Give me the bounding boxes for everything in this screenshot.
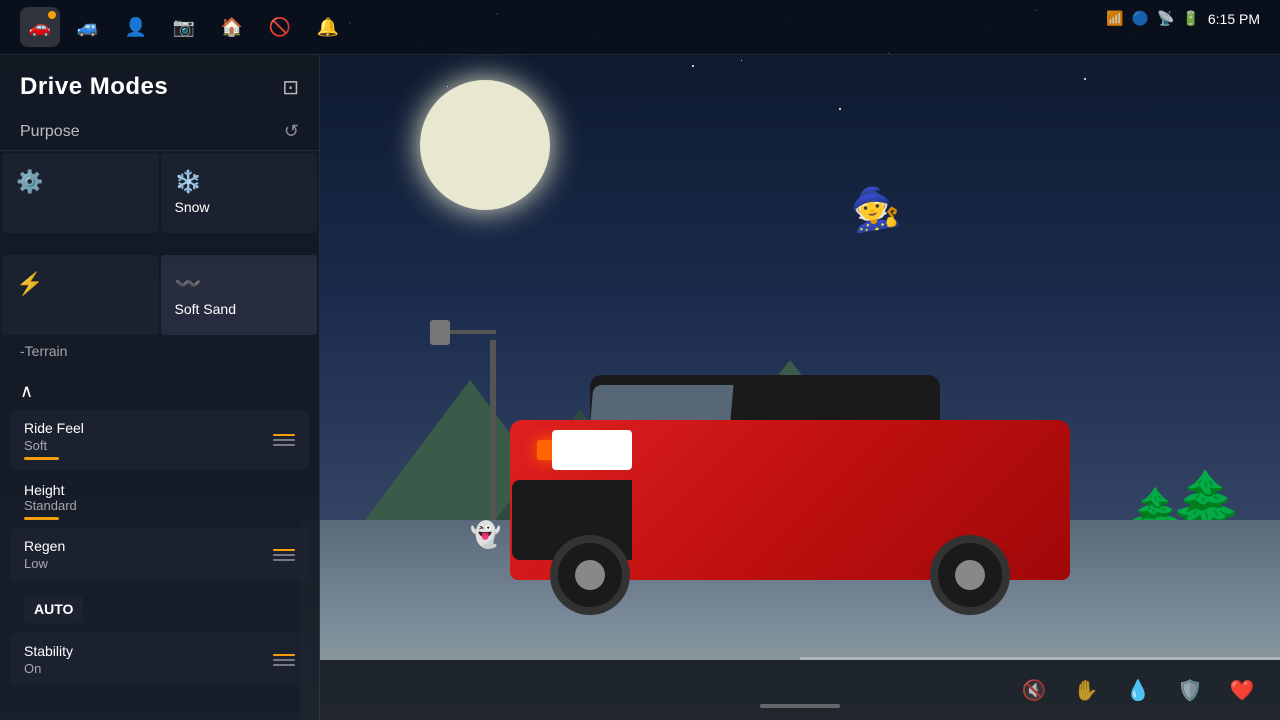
- car-body: [490, 360, 1090, 620]
- slider-line-1: [273, 434, 295, 436]
- regen-slider-2: [273, 554, 295, 556]
- lamp-arm: [450, 330, 496, 334]
- sport-label: [0, 235, 319, 253]
- purpose-label: Purpose: [20, 123, 80, 141]
- snow-label: Snow: [175, 199, 304, 215]
- signal-icon: 📡: [1157, 10, 1174, 27]
- regen-adjust[interactable]: [273, 549, 295, 561]
- mode-grid-2: ⚡ 〰️ Soft Sand: [0, 253, 319, 337]
- lamp-head: [430, 320, 450, 345]
- panel-header: Drive Modes ⊡: [0, 55, 319, 113]
- soft-sand-icon: 〰️: [175, 271, 304, 297]
- mode-item-sport[interactable]: ⚡: [2, 255, 159, 335]
- sport-icon: ⚡: [16, 271, 145, 297]
- shield-icon[interactable]: 🛡️: [1172, 672, 1208, 708]
- water-drop-icon[interactable]: 💧: [1120, 672, 1156, 708]
- setting-regen[interactable]: Regen Low: [10, 528, 309, 581]
- stability-name: Stability: [24, 643, 273, 659]
- nav-icon-vehicle[interactable]: 🚙: [68, 7, 108, 47]
- bluetooth-icon: 🔵: [1132, 10, 1149, 27]
- time-display: 6:15 PM: [1208, 11, 1260, 27]
- nav-icon-notifications[interactable]: 🔔: [308, 7, 348, 47]
- heart-icon[interactable]: ❤️: [1224, 672, 1260, 708]
- regen-slider-3: [273, 559, 295, 561]
- purpose-icon: ↺: [284, 121, 299, 142]
- car-illustration: [490, 360, 1230, 620]
- height-slider: [24, 517, 59, 520]
- setting-stability[interactable]: Stability On: [10, 633, 309, 686]
- regen-slider-1: [273, 549, 295, 551]
- auto-badge[interactable]: AUTO: [24, 595, 83, 623]
- regen-value: Low: [24, 556, 273, 571]
- nav-icon-camera[interactable]: 📷: [164, 7, 204, 47]
- nav-icon-home[interactable]: 🚗: [20, 7, 60, 47]
- snow-icon: ❄️: [175, 169, 304, 195]
- ride-feel-value: Soft: [24, 438, 273, 453]
- height-section: Height Standard: [10, 474, 309, 528]
- wheel-hub-left: [575, 560, 605, 590]
- slider-line-2: [273, 439, 295, 441]
- stability-adjust[interactable]: [273, 654, 295, 666]
- terrain-label: -Terrain: [0, 337, 319, 365]
- panel-header-icon[interactable]: ⊡: [282, 75, 299, 100]
- height-value: Standard: [24, 498, 77, 513]
- ride-feel-slider: [24, 457, 59, 460]
- stability-slider-1: [273, 654, 295, 656]
- mode-item-all-purpose[interactable]: ⚙️: [2, 153, 159, 233]
- ride-feel-name: Ride Feel: [24, 420, 273, 436]
- bottom-bar: 🔇 ✋ 💧 🛡️ ❤️: [320, 660, 1280, 720]
- wifi-icon: 📶: [1106, 10, 1123, 27]
- settings-header[interactable]: ∧: [10, 373, 309, 410]
- stability-value: On: [24, 661, 273, 676]
- hand-icon[interactable]: ✋: [1068, 672, 1104, 708]
- stability-content: Stability On: [24, 643, 273, 676]
- car-grill-center: [552, 430, 632, 470]
- mode-grid: ⚙️ ❄️ Snow: [0, 151, 319, 235]
- nav-icon-profile[interactable]: 👤: [116, 7, 156, 47]
- panel-title: Drive Modes: [20, 73, 168, 101]
- status-bar: 📶 🔵 📡 🔋 6:15 PM: [1106, 10, 1260, 27]
- wheel-hub-right: [955, 560, 985, 590]
- chevron-up-icon: ∧: [20, 381, 33, 402]
- moon: 🧙: [420, 80, 550, 210]
- mode-item-soft-sand[interactable]: 〰️ Soft Sand: [161, 255, 318, 335]
- stability-slider-2: [273, 659, 295, 661]
- witch-silhouette: 🧙: [846, 181, 903, 236]
- volume-icon[interactable]: 🔇: [1016, 672, 1052, 708]
- stability-slider-3: [273, 664, 295, 666]
- ride-feel-adjust[interactable]: [273, 434, 295, 446]
- height-content: Height Standard: [24, 482, 77, 520]
- all-purpose-icon: ⚙️: [16, 169, 145, 195]
- purpose-section[interactable]: Purpose ↺: [0, 113, 319, 151]
- nav-icon-garage[interactable]: 🏠: [212, 7, 252, 47]
- car-wheel-right: [930, 535, 1010, 615]
- auto-stability-row: AUTO: [10, 585, 309, 633]
- setting-ride-feel[interactable]: Ride Feel Soft: [10, 410, 309, 470]
- regen-name: Regen: [24, 538, 273, 554]
- soft-sand-label: Soft Sand: [175, 301, 304, 317]
- nav-icon-cancel[interactable]: 🚫: [260, 7, 300, 47]
- slider-line-3: [273, 444, 295, 446]
- battery-icon: 🔋: [1182, 10, 1199, 27]
- car-wheel-left: [550, 535, 630, 615]
- settings-section: ∧ Ride Feel Soft Height Standard: [0, 373, 319, 686]
- progress-indicator: [760, 704, 840, 708]
- height-label: Height: [24, 482, 77, 498]
- ride-feel-content: Ride Feel Soft: [24, 420, 273, 460]
- regen-content: Regen Low: [24, 538, 273, 571]
- drive-panel: Drive Modes ⊡ Purpose ↺ ⚙️ ❄️ Snow ⚡ 〰️ …: [0, 55, 320, 720]
- mode-item-snow[interactable]: ❄️ Snow: [161, 153, 318, 233]
- top-nav: 🚗 🚙 👤 📷 🏠 🚫 🔔 📶 🔵 📡 🔋 6:15 PM: [0, 0, 1280, 55]
